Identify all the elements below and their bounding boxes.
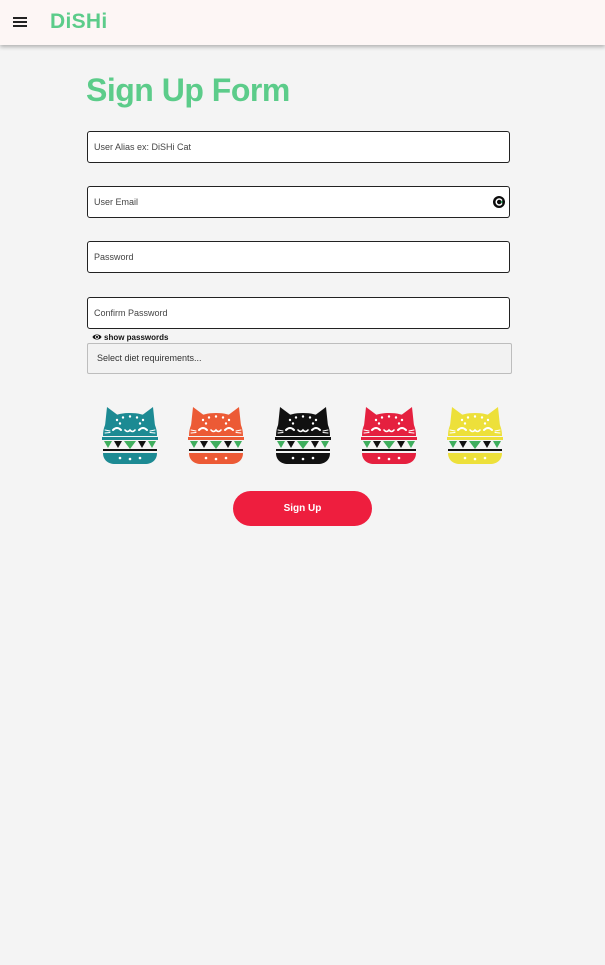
avatar-option-red-cat-burger[interactable] <box>359 404 419 466</box>
teal-cat-burger-icon <box>100 404 160 466</box>
yellow-cat-burger-icon <box>445 404 505 466</box>
avatar-option-black-cat-burger[interactable] <box>273 404 333 466</box>
brand-logo[interactable]: DiSHi <box>50 9 108 35</box>
app-header: DiSHi <box>0 0 605 45</box>
confirm-password-input[interactable] <box>87 297 510 329</box>
black-cat-burger-icon <box>273 404 333 466</box>
red-cat-burger-icon <box>359 404 419 466</box>
password-input[interactable] <box>87 241 510 273</box>
sign-up-button[interactable]: Sign Up <box>233 491 372 526</box>
orange-cat-burger-icon <box>186 404 246 466</box>
page-title: Sign Up Form <box>86 72 290 108</box>
show-passwords-label: show passwords <box>104 332 169 342</box>
user-email-input[interactable] <box>87 186 510 218</box>
eye-icon <box>92 334 102 340</box>
diet-select-placeholder: Select diet requirements... <box>97 353 202 363</box>
diet-requirements-select[interactable]: Select diet requirements... <box>87 343 512 374</box>
hamburger-menu-icon[interactable] <box>13 17 27 27</box>
show-passwords-toggle[interactable]: show passwords <box>92 331 168 343</box>
avatar-option-teal-cat-burger[interactable] <box>100 404 160 466</box>
avatar-option-yellow-cat-burger[interactable] <box>445 404 505 466</box>
user-alias-input[interactable] <box>87 131 510 163</box>
avatar-option-orange-cat-burger[interactable] <box>186 404 246 466</box>
autofill-icon[interactable] <box>493 196 505 208</box>
